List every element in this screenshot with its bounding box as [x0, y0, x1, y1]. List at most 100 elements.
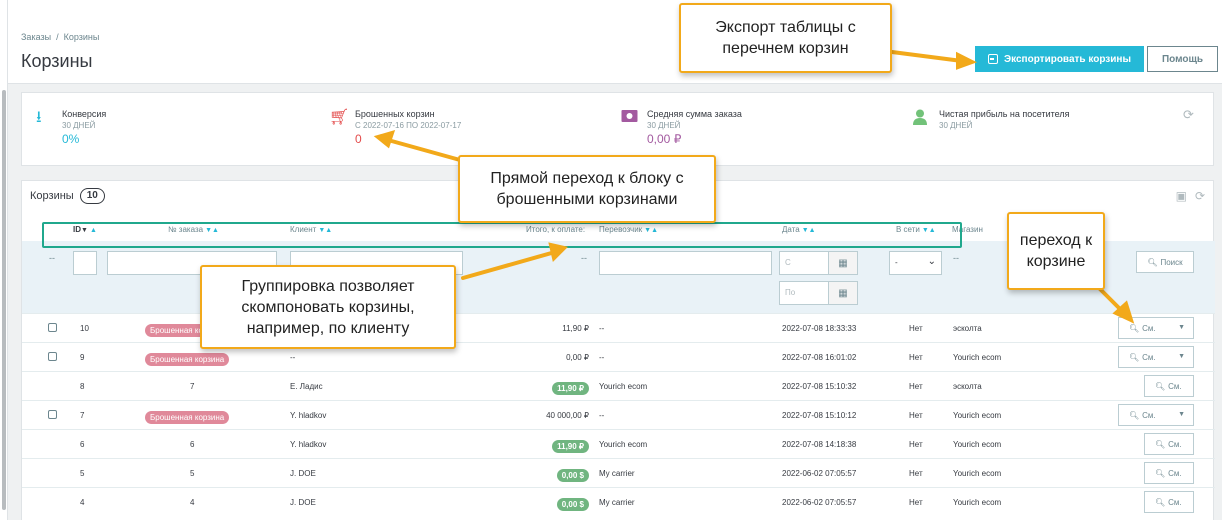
cell-shop: Yourich ecom	[953, 469, 1002, 478]
row-checkbox[interactable]	[48, 352, 57, 361]
kpi-sub: 30 ДНЕЙ	[939, 121, 973, 130]
breadcrumb-separator: /	[56, 32, 59, 42]
row-checkbox[interactable]	[48, 410, 57, 419]
kpi-average-order[interactable]: Средняя сумма заказа 30 ДНЕЙ 0,00 ₽	[621, 109, 742, 146]
calendar-icon[interactable]: ▦	[828, 251, 858, 275]
left-gutter	[0, 0, 8, 520]
kpi-conversion[interactable]: ⭳ Конверсия 30 ДНЕЙ 0%	[36, 109, 106, 146]
cell-client: --	[290, 353, 296, 362]
help-button[interactable]: Помощь	[1147, 46, 1218, 72]
cart-icon: 🛒︎	[329, 109, 350, 126]
view-cart-button[interactable]: 🔍︎ См. ▼	[1118, 404, 1194, 426]
cell-carrier: My carrier	[599, 498, 635, 507]
cell-shop: Yourich ecom	[953, 440, 1002, 449]
search-button[interactable]: 🔍︎ Поиск	[1136, 251, 1194, 273]
caret-down-icon[interactable]: ▼	[1178, 411, 1185, 418]
filter-online-select[interactable]: - ⌄	[889, 251, 942, 275]
cell-carrier: --	[599, 324, 605, 333]
cell-id: 4	[80, 498, 85, 507]
cell-client: J. DOE	[290, 498, 316, 507]
total-badge: 0,00 $	[556, 498, 589, 511]
table-row[interactable]: 6 6 Y. hladkov 11,90 ₽ Yourich ecom 2022-07-0…	[22, 429, 1215, 458]
cell-date: 2022-06-02 07:05:57	[782, 469, 857, 478]
filter-carrier-input[interactable]	[599, 251, 772, 275]
carts-count-badge: 10	[79, 188, 105, 204]
table-row[interactable]: 5 5 J. DOE 0,00 $ My carrier 2022-06-02 07:05…	[22, 458, 1215, 487]
callout-grouping: Группировка позволяет скомпоновать корзи…	[200, 265, 456, 349]
calendar-icon[interactable]: ▦	[828, 281, 858, 305]
view-cart-button[interactable]: 🔍︎ См.	[1144, 433, 1194, 455]
abandoned-cart-badge: Брошенная корзина	[145, 411, 230, 424]
table-row[interactable]: 7 Брошенная корзина Y. hladkov 40 000,00 ₽ -…	[22, 400, 1215, 429]
caret-down-icon[interactable]: ▼	[1178, 324, 1185, 331]
view-label: См.	[1168, 497, 1182, 507]
breadcrumb-carts: Корзины	[63, 32, 100, 42]
kpi-abandoned-carts[interactable]: 🛒︎ Брошенных корзин С 2022-07-16 ПО 2022-…	[329, 109, 461, 146]
carts-panel-title: Корзины	[30, 190, 74, 202]
cell-carrier: --	[599, 411, 605, 420]
search-icon: 🔍︎	[1147, 257, 1158, 267]
cell-total: 0,00 ₽	[566, 353, 589, 362]
cell-online: Нет	[909, 411, 923, 420]
view-label: См.	[1168, 468, 1182, 478]
filter-date-to[interactable]: По	[779, 281, 829, 305]
zoom-icon: 🔍︎	[1129, 323, 1140, 333]
kpi-title: Чистая прибыль на посетителя	[939, 109, 1070, 119]
cell-order: 6	[190, 440, 195, 449]
total-badge: 0,00 $	[556, 469, 589, 482]
page-title: Корзины	[21, 51, 93, 71]
export-carts-button[interactable]: Экспортировать корзины	[975, 46, 1144, 72]
view-cart-button[interactable]: 🔍︎ См.	[1144, 491, 1194, 513]
zoom-icon: 🔍︎	[1155, 381, 1166, 391]
cell-date: 2022-06-02 07:05:57	[782, 498, 857, 507]
zoom-icon: 🔍︎	[1129, 352, 1140, 362]
filter-id-input[interactable]	[73, 251, 97, 275]
kpi-title: Брошенных корзин	[355, 109, 435, 119]
total-badge: 11,90 ₽	[552, 382, 589, 395]
cell-shop: Yourich ecom	[953, 411, 1002, 420]
cell-carrier: --	[599, 353, 605, 362]
kpi-sub: 30 ДНЕЙ	[647, 121, 681, 130]
view-label: См.	[1142, 352, 1156, 362]
filter-dash: --	[49, 253, 55, 263]
view-cart-button[interactable]: 🔍︎ См.	[1144, 462, 1194, 484]
table-row[interactable]: 4 4 J. DOE 0,00 $ My carrier 2022-06-02 07:05…	[22, 487, 1215, 516]
view-cart-button[interactable]: 🔍︎ См.	[1144, 375, 1194, 397]
breadcrumb-orders[interactable]: Заказы	[21, 32, 51, 42]
cell-order: 5	[190, 469, 195, 478]
scrollbar[interactable]	[2, 90, 6, 510]
filter-shop-dash: --	[953, 253, 959, 263]
cell-client: Y. hladkov	[290, 411, 327, 420]
zoom-icon: 🔍︎	[1155, 439, 1166, 449]
cell-id: 8	[80, 382, 85, 391]
filter-date-from[interactable]: С	[779, 251, 829, 275]
caret-down-icon[interactable]: ▼	[1178, 353, 1185, 360]
header-highlight-frame	[42, 222, 962, 248]
cell-client: Y. hladkov	[290, 440, 327, 449]
cell-date: 2022-07-08 15:10:12	[782, 411, 857, 420]
callout-abandoned: Прямой переход к блоку с брошенными корз…	[458, 155, 716, 223]
kpi-value: 0%	[62, 132, 80, 146]
cell-id: 9	[80, 353, 85, 362]
kpi-sub: 30 ДНЕЙ	[62, 121, 96, 130]
breadcrumb: Заказы / Корзины	[21, 32, 99, 42]
cell-online: Нет	[909, 469, 923, 478]
cell-shop: Yourich ecom	[953, 353, 1002, 362]
cell-client: Е. Ладис	[290, 382, 323, 391]
abandoned-cart-badge: Брошенная корзина	[145, 353, 230, 366]
export-sql-icon[interactable]: ▣	[1176, 189, 1187, 203]
cell-total: 40 000,00 ₽	[546, 411, 589, 420]
view-cart-button[interactable]: 🔍︎ См. ▼	[1118, 317, 1194, 339]
cell-shop: эсколта	[953, 382, 982, 391]
cell-online: Нет	[909, 353, 923, 362]
money-icon	[621, 109, 639, 127]
cell-id: 6	[80, 440, 85, 449]
chevron-down-icon: ⌄	[927, 256, 936, 267]
table-row[interactable]: 8 7 Е. Ладис 11,90 ₽ Yourich ecom 2022-07-08 …	[22, 371, 1215, 400]
kpi-net-profit[interactable]: Чистая прибыль на посетителя 30 ДНЕЙ	[913, 109, 1069, 132]
page-header: Заказы / Корзины Корзины Экспортировать ко…	[8, 0, 1222, 84]
view-cart-button[interactable]: 🔍︎ См. ▼	[1118, 346, 1194, 368]
refresh-list-icon[interactable]: ⟳	[1195, 189, 1205, 203]
refresh-icon[interactable]: ⟳	[1183, 107, 1194, 123]
row-checkbox[interactable]	[48, 323, 57, 332]
